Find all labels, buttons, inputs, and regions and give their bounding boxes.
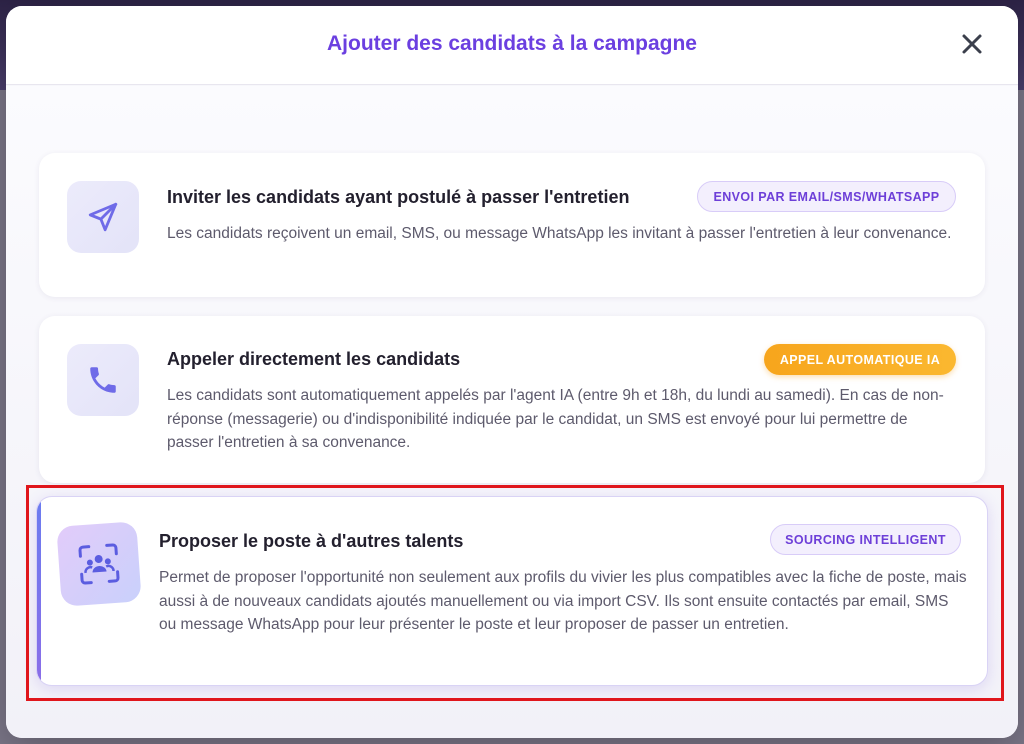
modal-header: Ajouter des candidats à la campagne (6, 6, 1018, 85)
option-call-candidates[interactable]: Appeler directement les candidats APPEL … (39, 316, 985, 483)
close-button[interactable] (956, 28, 988, 60)
modal-title: Ajouter des candidats à la campagne (327, 32, 697, 55)
option-title: Inviter les candidats ayant postulé à pa… (167, 187, 630, 207)
option-icon-container (67, 344, 139, 416)
selected-accent-bar (37, 497, 41, 685)
phone-icon (90, 367, 116, 393)
option-title: Proposer le poste à d'autres talents (159, 531, 464, 551)
option-icon-container (56, 521, 142, 607)
add-candidates-modal: Ajouter des candidats à la campagne Invi… (6, 6, 1018, 738)
sourcing-badge: SOURCING INTELLIGENT (770, 524, 961, 555)
channel-badge: ENVOI PAR EMAIL/SMS/WHATSAPP (697, 181, 956, 212)
modal-body: Inviter les candidats ayant postulé à pa… (6, 86, 1018, 738)
option-description: Les candidats reçoivent un email, SMS, o… (167, 225, 952, 242)
option-title: Appeler directement les candidats (167, 349, 461, 369)
option-icon-container (67, 181, 139, 253)
option-description: Permet de proposer l'opportunité non seu… (159, 569, 967, 633)
paper-plane-icon (88, 202, 118, 232)
group-scan-icon (78, 543, 120, 585)
option-invite-applicants[interactable]: Inviter les candidats ayant postulé à pa… (39, 153, 985, 297)
close-icon (962, 34, 982, 54)
option-description: Les candidats sont automatiquement appel… (167, 387, 944, 451)
option-propose-to-talents[interactable]: Proposer le poste à d'autres talents SOU… (36, 496, 988, 686)
ai-call-badge: APPEL AUTOMATIQUE IA (764, 344, 956, 375)
